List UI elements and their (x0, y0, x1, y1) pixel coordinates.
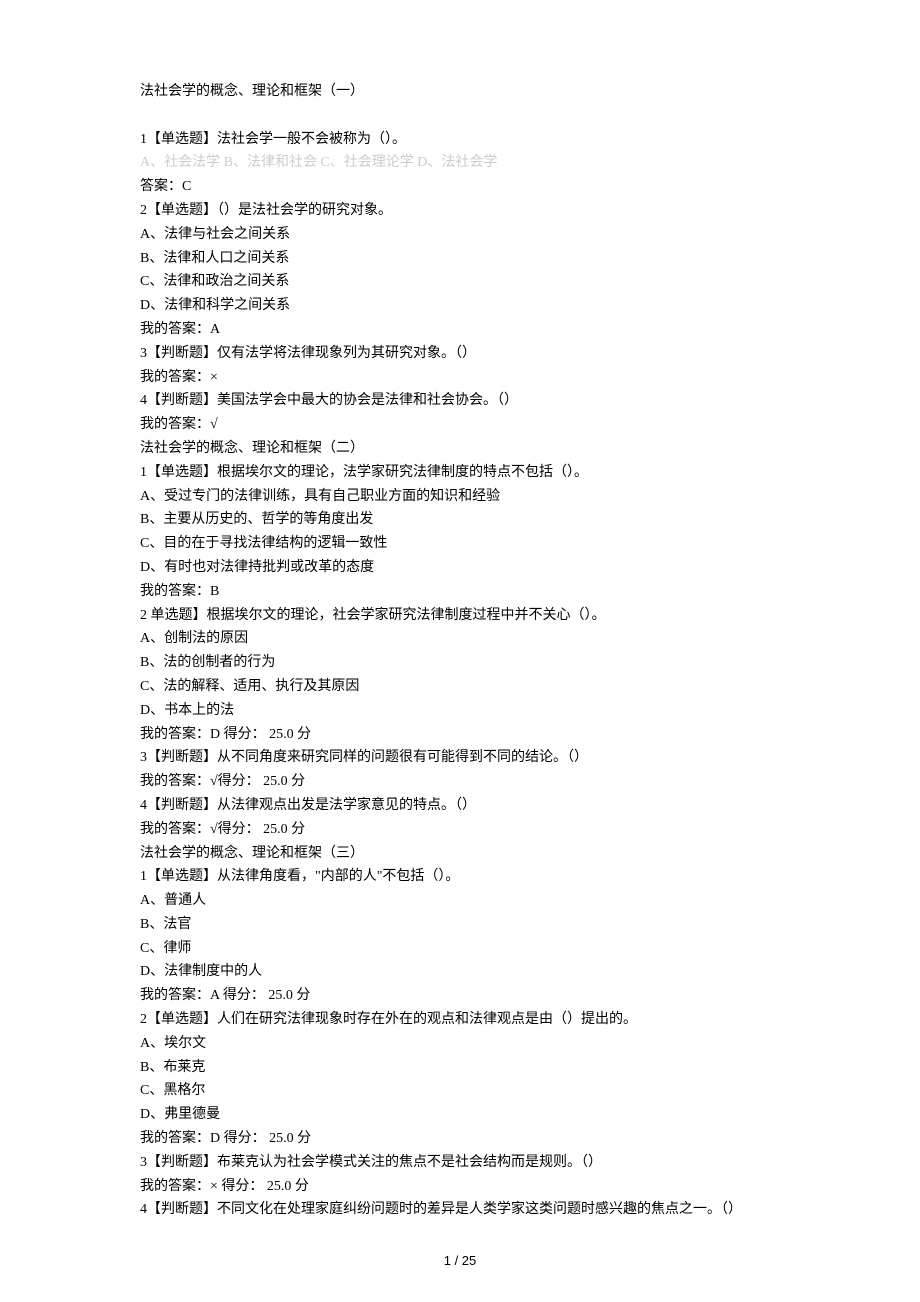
question-options: A、社会法学 B、法律和社会 C、社会理论学 D、法社会学 (140, 151, 780, 175)
question-stem: 3【判断题】布莱克认为社会学模式关注的焦点不是社会结构而是规则。（） (140, 1151, 780, 1175)
option-c: C、法的解释、适用、执行及其原因 (140, 675, 780, 699)
answer-line: 答案：C (140, 175, 780, 199)
section-title: 法社会学的概念、理论和框架（二） (140, 437, 780, 461)
page-number: 1 / 25 (0, 1250, 920, 1272)
question-stem: 1【单选题】法社会学一般不会被称为（）。 (140, 128, 780, 152)
option-d: D、弗里德曼 (140, 1103, 780, 1127)
question-stem: 4【判断题】从法律观点出发是法学家意见的特点。（） (140, 794, 780, 818)
answer-line: 我的答案：× (140, 366, 780, 390)
option-a: A、埃尔文 (140, 1032, 780, 1056)
answer-line: 我的答案：√得分： 25.0 分 (140, 818, 780, 842)
question-stem: 2 单选题】根据埃尔文的理论，社会学家研究法律制度过程中并不关心（）。 (140, 604, 780, 628)
answer-line: 我的答案：D 得分： 25.0 分 (140, 1127, 780, 1151)
answer-line: 我的答案：A 得分： 25.0 分 (140, 984, 780, 1008)
option-d: D、法律制度中的人 (140, 960, 780, 984)
option-b: B、主要从历史的、哲学的等角度出发 (140, 508, 780, 532)
option-b: B、法的创制者的行为 (140, 651, 780, 675)
document-page: 法社会学的概念、理论和框架（一） 1【单选题】法社会学一般不会被称为（）。 A、… (0, 0, 920, 1302)
question-stem: 3【判断题】从不同角度来研究同样的问题很有可能得到不同的结论。（） (140, 746, 780, 770)
answer-line: 我的答案：√得分： 25.0 分 (140, 770, 780, 794)
answer-line: 我的答案：× 得分： 25.0 分 (140, 1175, 780, 1199)
option-c: C、法律和政治之间关系 (140, 270, 780, 294)
question-stem: 4【判断题】美国法学会中最大的协会是法律和社会协会。（） (140, 389, 780, 413)
question-stem: 1【单选题】从法律角度看，"内部的人"不包括（）。 (140, 865, 780, 889)
question-stem: 3【判断题】仅有法学将法律现象列为其研究对象。（） (140, 342, 780, 366)
option-d: D、法律和科学之间关系 (140, 294, 780, 318)
option-b: B、法官 (140, 913, 780, 937)
option-a: A、普通人 (140, 889, 780, 913)
option-a: A、创制法的原因 (140, 627, 780, 651)
option-b: B、法律和人口之间关系 (140, 247, 780, 271)
question-stem: 2【单选题】（）是法社会学的研究对象。 (140, 199, 780, 223)
option-c: C、黑格尔 (140, 1079, 780, 1103)
question-stem: 2【单选题】人们在研究法律现象时存在外在的观点和法律观点是由（）提出的。 (140, 1008, 780, 1032)
option-d: D、书本上的法 (140, 699, 780, 723)
answer-line: 我的答案：B (140, 580, 780, 604)
answer-line: 我的答案：A (140, 318, 780, 342)
option-c: C、目的在于寻找法律结构的逻辑一致性 (140, 532, 780, 556)
option-a: A、法律与社会之间关系 (140, 223, 780, 247)
option-c: C、律师 (140, 937, 780, 961)
answer-line: 我的答案：D 得分： 25.0 分 (140, 723, 780, 747)
answer-line: 我的答案：√ (140, 413, 780, 437)
section-title: 法社会学的概念、理论和框架（一） (140, 80, 780, 104)
option-b: B、布莱克 (140, 1056, 780, 1080)
blank-line (140, 104, 780, 128)
option-d: D、有时也对法律持批判或改革的态度 (140, 556, 780, 580)
option-a: A、受过专门的法律训练，具有自己职业方面的知识和经验 (140, 485, 780, 509)
section-title: 法社会学的概念、理论和框架（三） (140, 842, 780, 866)
question-stem: 4【判断题】不同文化在处理家庭纠纷问题时的差异是人类学家这类问题时感兴趣的焦点之… (140, 1198, 780, 1222)
question-stem: 1【单选题】根据埃尔文的理论，法学家研究法律制度的特点不包括（）。 (140, 461, 780, 485)
